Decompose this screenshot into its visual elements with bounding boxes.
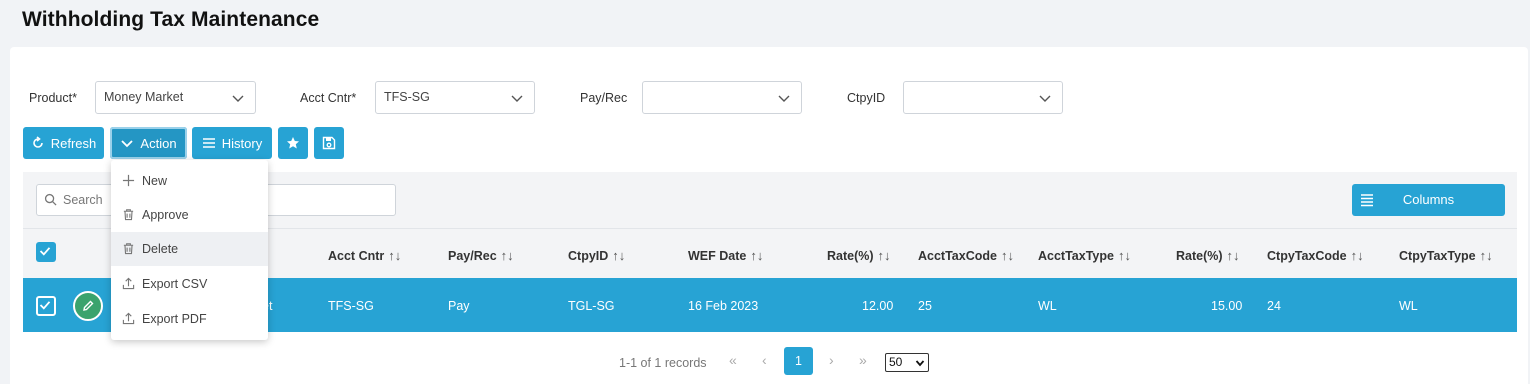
header-ctpy-tax-type[interactable]: CtpyTaxType ↑↓: [1399, 248, 1493, 263]
page-size-value: 50: [889, 355, 903, 369]
header-acct-tax-code[interactable]: AcctTaxCode ↑↓: [918, 248, 1014, 263]
prev-page-icon[interactable]: ‹: [762, 352, 767, 368]
pay-rec-select[interactable]: [642, 81, 802, 114]
search-placeholder: Search: [63, 193, 103, 207]
sort-icon: ↑↓: [1350, 248, 1364, 263]
menu-item-new[interactable]: New: [111, 164, 268, 198]
pay-rec-label: Pay/Rec: [580, 91, 628, 105]
ctpy-id-select[interactable]: [903, 81, 1063, 114]
cell-ctpy-tax-type: WL: [1399, 299, 1418, 313]
acct-cntr-label: Acct Cntr*: [300, 91, 357, 105]
cell-ctpy-rate: 15.00: [1211, 299, 1243, 313]
menu-item-export-pdf[interactable]: Export PDF: [111, 302, 268, 336]
chevron-down-icon: [915, 360, 925, 367]
sort-icon: ↑↓: [750, 248, 764, 263]
page-current[interactable]: 1: [784, 347, 813, 375]
plus-icon: [122, 174, 135, 187]
check-icon: [39, 247, 51, 256]
chevron-down-icon: [1039, 95, 1051, 102]
cell-acct-tax-code: 25: [918, 299, 932, 313]
ctpy-id-label: CtpyID: [847, 91, 886, 105]
header-ctpy-id[interactable]: CtpyID ↑↓: [568, 248, 625, 263]
acct-cntr-select-value: TFS-SG: [384, 90, 430, 104]
product-select-value: Money Market: [104, 90, 184, 104]
first-page-icon[interactable]: «: [729, 352, 737, 368]
cell-pay-rec: Pay: [448, 299, 470, 313]
header-pay-rec[interactable]: Pay/Rec ↑↓: [448, 248, 514, 263]
favorite-button[interactable]: [278, 127, 308, 159]
history-label: History: [221, 135, 263, 151]
history-button[interactable]: History: [192, 127, 272, 159]
product-label: Product*: [29, 91, 77, 105]
list-icon: [202, 138, 215, 148]
refresh-label: Refresh: [50, 135, 97, 151]
refresh-button[interactable]: Refresh: [23, 127, 104, 159]
chevron-down-icon: [232, 95, 244, 102]
save-button[interactable]: [314, 127, 344, 159]
menu-item-delete[interactable]: Delete: [111, 232, 268, 266]
action-button[interactable]: Action: [110, 127, 187, 159]
pagination-summary: 1-1 of 1 records: [619, 356, 707, 370]
header-acct-rate[interactable]: Rate(%) ↑↓: [827, 248, 891, 263]
columns-label: Columns: [1402, 192, 1455, 207]
sort-icon: ↑↓: [1117, 248, 1131, 263]
row-checkbox[interactable]: [36, 296, 56, 316]
upload-icon: [122, 277, 135, 290]
sort-icon: ↑↓: [1000, 248, 1014, 263]
search-icon: [44, 193, 57, 206]
trash-icon: [123, 209, 134, 221]
next-page-icon[interactable]: ›: [829, 352, 834, 368]
edit-row-button[interactable]: [73, 291, 103, 321]
cell-acct-cntr: TFS-SG: [328, 299, 374, 313]
sort-icon: ↑↓: [500, 248, 514, 263]
action-label: Action: [140, 135, 177, 151]
star-icon: [287, 137, 299, 149]
columns-button[interactable]: Columns: [1352, 184, 1505, 216]
menu-item-approve[interactable]: Approve: [111, 198, 268, 232]
header-acct-cntr[interactable]: Acct Cntr ↑↓: [328, 248, 401, 263]
trash-icon: [123, 243, 134, 255]
chevron-down-icon: [121, 140, 134, 148]
save-icon: [322, 136, 336, 150]
cell-acct-tax-type: WL: [1038, 299, 1057, 313]
header-wef-date[interactable]: WEF Date ↑↓: [688, 248, 763, 263]
sort-icon: ↑↓: [388, 248, 402, 263]
last-page-icon[interactable]: »: [859, 352, 867, 368]
cell-ctpy-tax-code: 24: [1267, 299, 1281, 313]
header-ctpy-rate[interactable]: Rate(%) ↑↓: [1176, 248, 1240, 263]
product-select[interactable]: Money Market: [95, 81, 256, 114]
sort-icon: ↑↓: [1226, 248, 1240, 263]
chevron-down-icon: [778, 95, 790, 102]
sort-icon: ↑↓: [877, 248, 891, 263]
upload-icon: [122, 312, 135, 325]
refresh-icon: [32, 136, 43, 148]
pencil-icon: [83, 300, 94, 311]
action-menu: New Approve Delete Export CSV Export PDF: [111, 160, 268, 340]
select-all-checkbox[interactable]: [36, 242, 56, 262]
sort-icon: ↑↓: [1479, 248, 1493, 263]
header-ctpy-tax-code[interactable]: CtpyTaxCode ↑↓: [1267, 248, 1364, 263]
cell-wef-date: 16 Feb 2023: [688, 299, 759, 313]
check-icon: [39, 301, 51, 310]
page-title: Withholding Tax Maintenance: [22, 8, 320, 31]
header-acct-tax-type[interactable]: AcctTaxType ↑↓: [1038, 248, 1131, 263]
sort-icon: ↑↓: [612, 248, 626, 263]
acct-cntr-select[interactable]: TFS-SG: [375, 81, 535, 114]
chevron-down-icon: [511, 95, 523, 102]
menu-item-export-csv[interactable]: Export CSV: [111, 267, 268, 301]
page-size-select[interactable]: 50: [885, 353, 929, 372]
cell-ctpy-id: TGL-SG: [568, 299, 615, 313]
cell-acct-rate: 12.00: [862, 299, 894, 313]
